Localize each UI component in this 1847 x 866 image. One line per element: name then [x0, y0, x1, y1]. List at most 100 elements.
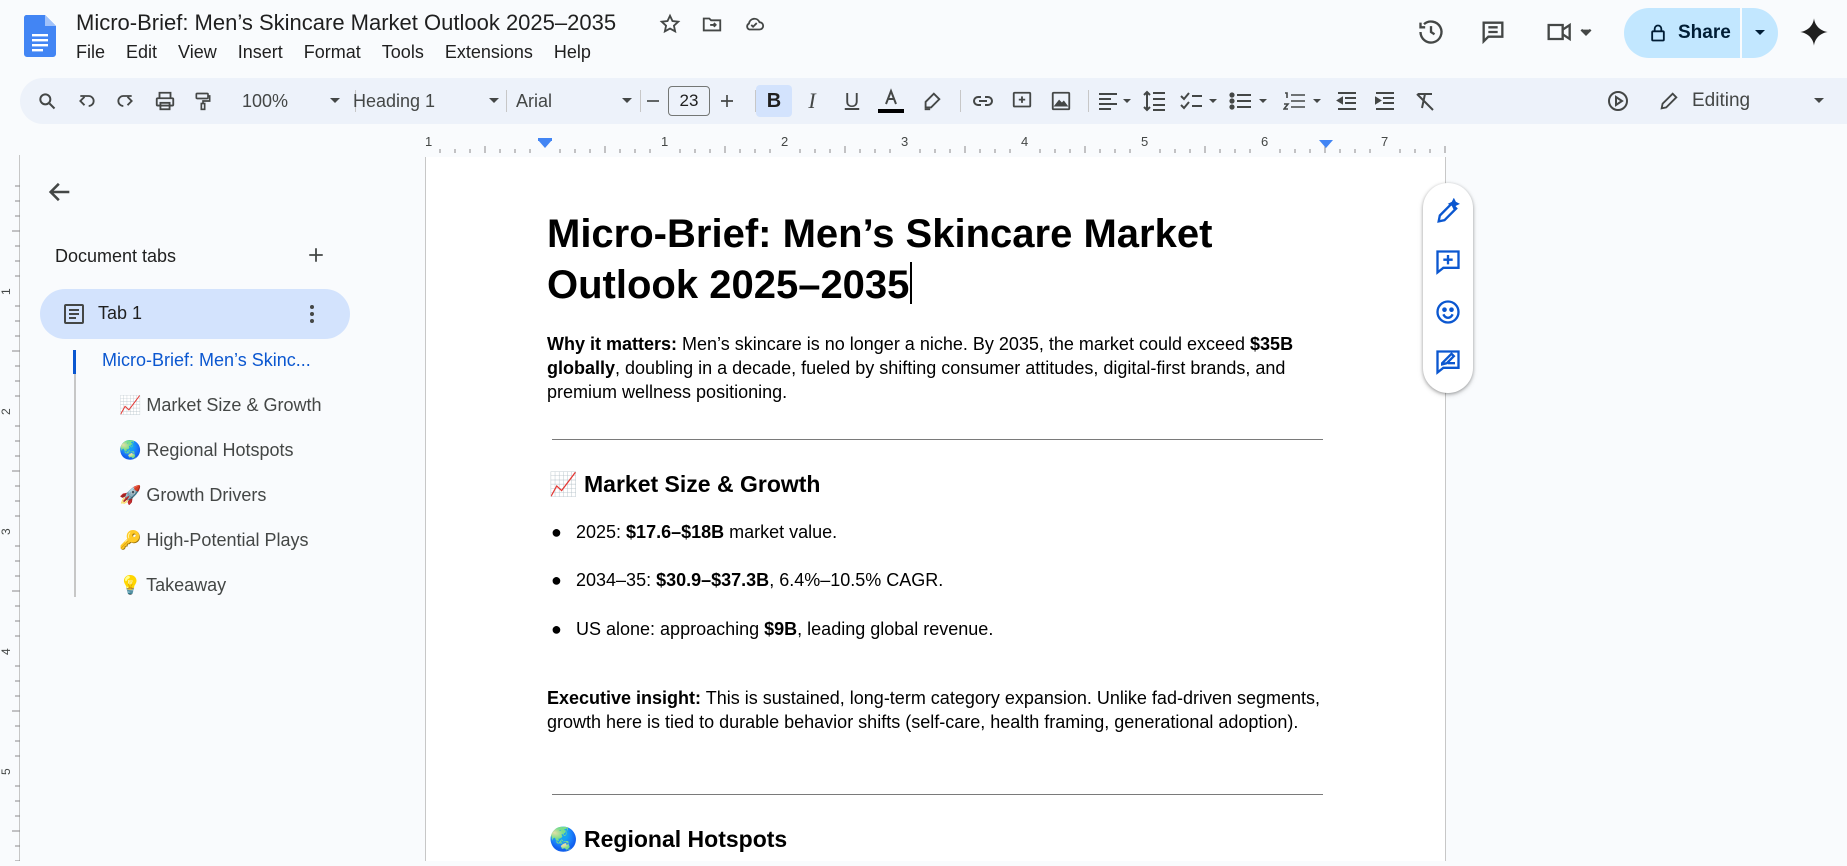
emoji-reaction-icon[interactable]: [1434, 298, 1462, 326]
line-spacing-icon[interactable]: [1140, 78, 1170, 124]
bullet-text: , 6.4%–10.5% CAGR.: [769, 570, 944, 590]
ruler-label: 5: [0, 768, 13, 775]
ruler-label: 4: [1021, 134, 1028, 149]
bulleted-list-icon[interactable]: [1228, 78, 1272, 124]
ruler-label: 4: [0, 648, 13, 655]
outline-active-indicator: [73, 350, 76, 374]
text-color-icon[interactable]: [876, 78, 906, 124]
clear-formatting-icon[interactable]: [1410, 78, 1440, 124]
paragraph-style-select[interactable]: Heading 1: [353, 78, 501, 124]
add-comment-icon[interactable]: [1007, 78, 1037, 124]
paragraph-style-value: Heading 1: [353, 90, 436, 111]
menu-extensions[interactable]: Extensions: [445, 42, 543, 63]
redo-icon[interactable]: [110, 78, 140, 124]
italic-button[interactable]: I: [797, 78, 827, 124]
document-title[interactable]: Micro-Brief: Men’s Skincare Market Outlo…: [76, 10, 616, 36]
document-heading[interactable]: Micro-Brief: Men’s Skincare Market Outlo…: [547, 209, 1267, 311]
decrease-indent-icon[interactable]: [1332, 78, 1362, 124]
menu-format[interactable]: Format: [304, 42, 371, 63]
left-indent-marker[interactable]: [538, 140, 552, 148]
insert-image-icon[interactable]: [1046, 78, 1076, 124]
list-item[interactable]: ● US alone: approaching $9B, leading glo…: [551, 619, 993, 640]
chevron-down-icon: [622, 98, 632, 103]
zoom-value: 100%: [242, 90, 289, 111]
align-icon[interactable]: [1096, 78, 1136, 124]
ruler-label: 6: [1261, 134, 1268, 149]
search-menus-icon[interactable]: [32, 78, 62, 124]
highlight-color-icon[interactable]: [917, 78, 947, 124]
horizontal-ruler[interactable]: 1 1 2 3 4 5 6 7: [425, 132, 1446, 154]
zoom-select[interactable]: 100%: [242, 78, 342, 124]
gemini-sparkle-icon[interactable]: [1798, 16, 1830, 48]
menu-file[interactable]: File: [76, 42, 115, 63]
share-dropdown-icon[interactable]: [1742, 8, 1778, 58]
suggest-edits-icon[interactable]: [1434, 348, 1462, 376]
ruler-label: 1: [661, 134, 668, 149]
menu-edit[interactable]: Edit: [126, 42, 167, 63]
share-button[interactable]: Share: [1624, 8, 1778, 58]
version-history-icon[interactable]: [1415, 16, 1447, 48]
bullet-text: market value.: [724, 522, 838, 542]
list-item[interactable]: ● 2025: $17.6–$18B market value.: [551, 522, 838, 543]
bold-button[interactable]: B: [756, 85, 792, 117]
back-arrow-icon[interactable]: [46, 178, 76, 208]
font-size-input[interactable]: 23: [668, 86, 710, 116]
right-indent-marker[interactable]: [1319, 140, 1333, 148]
outline-item-growth-drivers[interactable]: 🚀 Growth Drivers: [119, 485, 266, 506]
divider: [506, 90, 507, 112]
document-page[interactable]: Micro-Brief: Men’s Skincare Market Outlo…: [425, 157, 1446, 861]
why-it-matters-paragraph[interactable]: Why it matters: Men’s skincare is no lon…: [547, 332, 1327, 404]
editing-mode-label: Editing: [1692, 90, 1751, 111]
decrease-font-size-icon[interactable]: [638, 78, 668, 124]
docs-logo-icon[interactable]: [24, 15, 56, 57]
horizontal-rule: [552, 439, 1323, 440]
undo-icon[interactable]: [72, 78, 102, 124]
outline-guide: [74, 352, 76, 597]
ruler-label: 3: [901, 134, 908, 149]
meet-icon[interactable]: [1544, 16, 1600, 48]
menu-tools[interactable]: Tools: [382, 42, 434, 63]
menu-insert[interactable]: Insert: [238, 42, 293, 63]
outline-item-high-potential-plays[interactable]: 🔑 High-Potential Plays: [119, 530, 309, 551]
star-icon[interactable]: [658, 12, 682, 36]
vertical-ruler[interactable]: 1 2 3 4 5: [0, 155, 20, 862]
outline-item-takeaway[interactable]: 💡 Takeaway: [119, 575, 226, 596]
checklist-icon[interactable]: [1178, 78, 1222, 124]
outline-item-market-size[interactable]: 📈 Market Size & Growth: [119, 395, 321, 416]
add-comment-icon[interactable]: [1434, 248, 1462, 276]
underline-button[interactable]: U: [837, 78, 867, 124]
comments-icon[interactable]: [1477, 16, 1509, 48]
section-heading-market-size[interactable]: 📈 Market Size & Growth: [549, 471, 820, 498]
help-me-write-icon[interactable]: [1434, 198, 1462, 226]
editing-mode-select[interactable]: Editing: [1658, 82, 1826, 120]
horizontal-rule: [552, 794, 1323, 795]
increase-font-size-icon[interactable]: [712, 78, 742, 124]
ruler-label: 5: [1141, 134, 1148, 149]
first-line-indent-marker[interactable]: [538, 138, 552, 141]
outline-item-regional-hotspots[interactable]: 🌏 Regional Hotspots: [119, 440, 294, 461]
divider: [960, 90, 961, 112]
more-options-icon[interactable]: [300, 301, 324, 327]
menu-view[interactable]: View: [178, 42, 227, 63]
paint-format-icon[interactable]: [188, 78, 218, 124]
executive-insight-paragraph[interactable]: Executive insight: This is sustained, lo…: [547, 686, 1327, 734]
numbered-list-icon[interactable]: [1282, 78, 1326, 124]
list-item[interactable]: ● 2034–35: $30.9–$37.3B, 6.4%–10.5% CAGR…: [551, 570, 944, 591]
section-heading-regional-hotspots[interactable]: 🌏 Regional Hotspots: [549, 826, 787, 853]
outline-item-title[interactable]: Micro-Brief: Men’s Skinc...: [102, 350, 311, 371]
print-icon[interactable]: [150, 78, 180, 124]
add-tab-icon[interactable]: [304, 243, 328, 267]
move-folder-icon[interactable]: [700, 12, 724, 36]
menu-help[interactable]: Help: [554, 42, 601, 63]
divider: [1088, 90, 1089, 112]
gemini-edit-icon[interactable]: [1603, 78, 1633, 124]
ruler-label: 1: [0, 288, 13, 295]
tab-1[interactable]: Tab 1: [40, 289, 350, 339]
bullet-text: 2025:: [576, 522, 627, 542]
increase-indent-icon[interactable]: [1370, 78, 1400, 124]
insert-link-icon[interactable]: [968, 78, 998, 124]
menu-bar: File Edit View Insert Format Tools Exten…: [76, 42, 612, 63]
font-select[interactable]: Arial: [516, 78, 634, 124]
tab-label: Tab 1: [98, 303, 143, 323]
cloud-status-icon[interactable]: [742, 12, 766, 36]
